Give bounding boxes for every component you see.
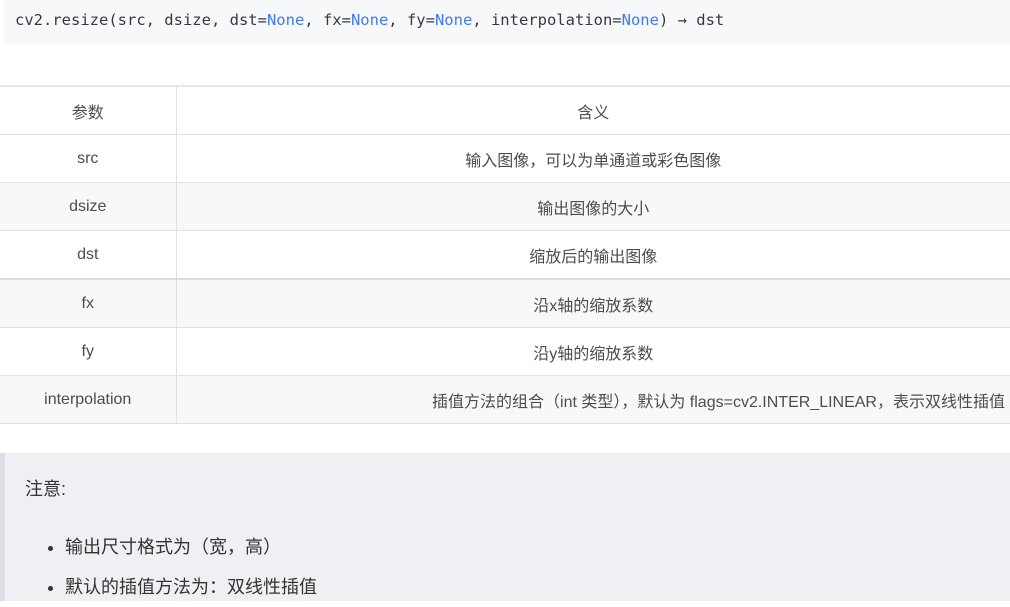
code-keyword-none: None: [621, 11, 659, 29]
parameters-table: 参数 含义 src 输入图像，可以为单通道或彩色图像 dsize 输出图像的大小…: [0, 85, 1010, 424]
table-row: fx 沿x轴的缩放系数: [0, 278, 1010, 328]
list-item: 默认的插值方法为：双线性插值: [65, 567, 1010, 607]
code-keyword-none: None: [434, 11, 473, 29]
meaning-cell: 插值方法的组合（int 类型），默认为 flags=cv2.INTER_LINE…: [176, 375, 1010, 424]
meaning-cell: 沿x轴的缩放系数: [176, 278, 1010, 328]
code-suffix: ) → dst: [658, 11, 725, 29]
code-part: , fx=: [304, 11, 351, 29]
param-cell: dst: [0, 230, 177, 279]
header-meaning: 含义: [176, 85, 1010, 135]
table-header-row: 参数 含义: [0, 85, 1010, 135]
code-signature: cv2.resize(src, dsize, dst=None, fx=None…: [4, 0, 1010, 44]
table-row: fy 沿y轴的缩放系数: [0, 327, 1010, 376]
note-callout: 注意: 输出尺寸格式为（宽，高） 默认的插值方法为：双线性插值: [0, 453, 1010, 601]
table-row: dst 缩放后的输出图像: [0, 230, 1010, 279]
list-item: 输出尺寸格式为（宽，高）: [65, 527, 1010, 567]
meaning-cell: 沿y轴的缩放系数: [176, 327, 1010, 376]
code-keyword-none: None: [266, 11, 305, 29]
param-cell: fx: [0, 278, 177, 328]
note-list: 输出尺寸格式为（宽，高） 默认的插值方法为：双线性插值: [25, 527, 1010, 607]
param-cell: interpolation: [0, 375, 177, 424]
meaning-cell: 输入图像，可以为单通道或彩色图像: [176, 134, 1010, 183]
code-part: , interpolation=: [472, 11, 622, 29]
meaning-cell: 输出图像的大小: [176, 182, 1010, 231]
meaning-cell: 缩放后的输出图像: [176, 230, 1010, 279]
param-cell: src: [0, 134, 177, 183]
table-row: interpolation 插值方法的组合（int 类型），默认为 flags=…: [0, 375, 1010, 424]
note-title: 注意:: [25, 479, 67, 499]
table-row: src 输入图像，可以为单通道或彩色图像: [0, 134, 1010, 183]
code-prefix: cv2.resize(src, dsize, dst=: [15, 11, 267, 29]
param-cell: dsize: [0, 182, 177, 231]
header-param: 参数: [0, 85, 177, 135]
code-keyword-none: None: [350, 11, 389, 29]
table-row: dsize 输出图像的大小: [0, 182, 1010, 231]
param-cell: fy: [0, 327, 177, 376]
code-part: , fy=: [388, 11, 435, 29]
